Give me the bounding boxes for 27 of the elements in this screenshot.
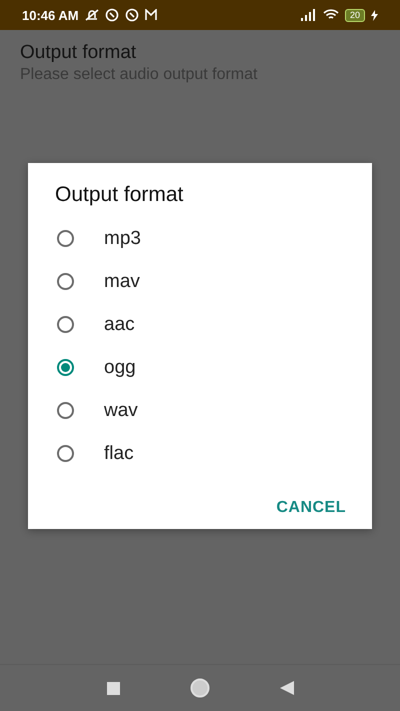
wifi-icon [322, 9, 339, 21]
charging-icon [371, 10, 378, 20]
back-icon[interactable] [280, 681, 294, 695]
option-label[interactable]: flac [104, 442, 134, 464]
radio-button[interactable] [57, 402, 74, 419]
radio-button[interactable] [57, 445, 74, 462]
option-label[interactable]: wav [104, 400, 138, 422]
radio-button[interactable] [57, 316, 74, 333]
mail-icon [144, 9, 157, 21]
dialog-title: Output format [54, 183, 184, 208]
battery-level: 20 [344, 8, 365, 22]
muted-bell-icon [84, 8, 99, 22]
signal-icon [300, 9, 317, 21]
option-label[interactable]: mp3 [104, 228, 141, 250]
circle-app-icon [124, 8, 139, 22]
setting-title: Output format [20, 42, 138, 64]
radio-button[interactable] [57, 273, 74, 290]
option-label[interactable]: aac [104, 314, 135, 336]
status-time: 10:46 AM [22, 8, 79, 22]
home-icon[interactable] [190, 678, 210, 698]
circle-app-icon [104, 8, 119, 22]
recents-icon[interactable] [106, 682, 120, 694]
cancel-button[interactable]: CANCEL [268, 493, 354, 523]
radio-button[interactable] [57, 359, 74, 376]
option-label[interactable]: mav [104, 270, 140, 292]
option-label[interactable]: ogg [104, 356, 136, 378]
radio-button[interactable] [57, 230, 74, 247]
